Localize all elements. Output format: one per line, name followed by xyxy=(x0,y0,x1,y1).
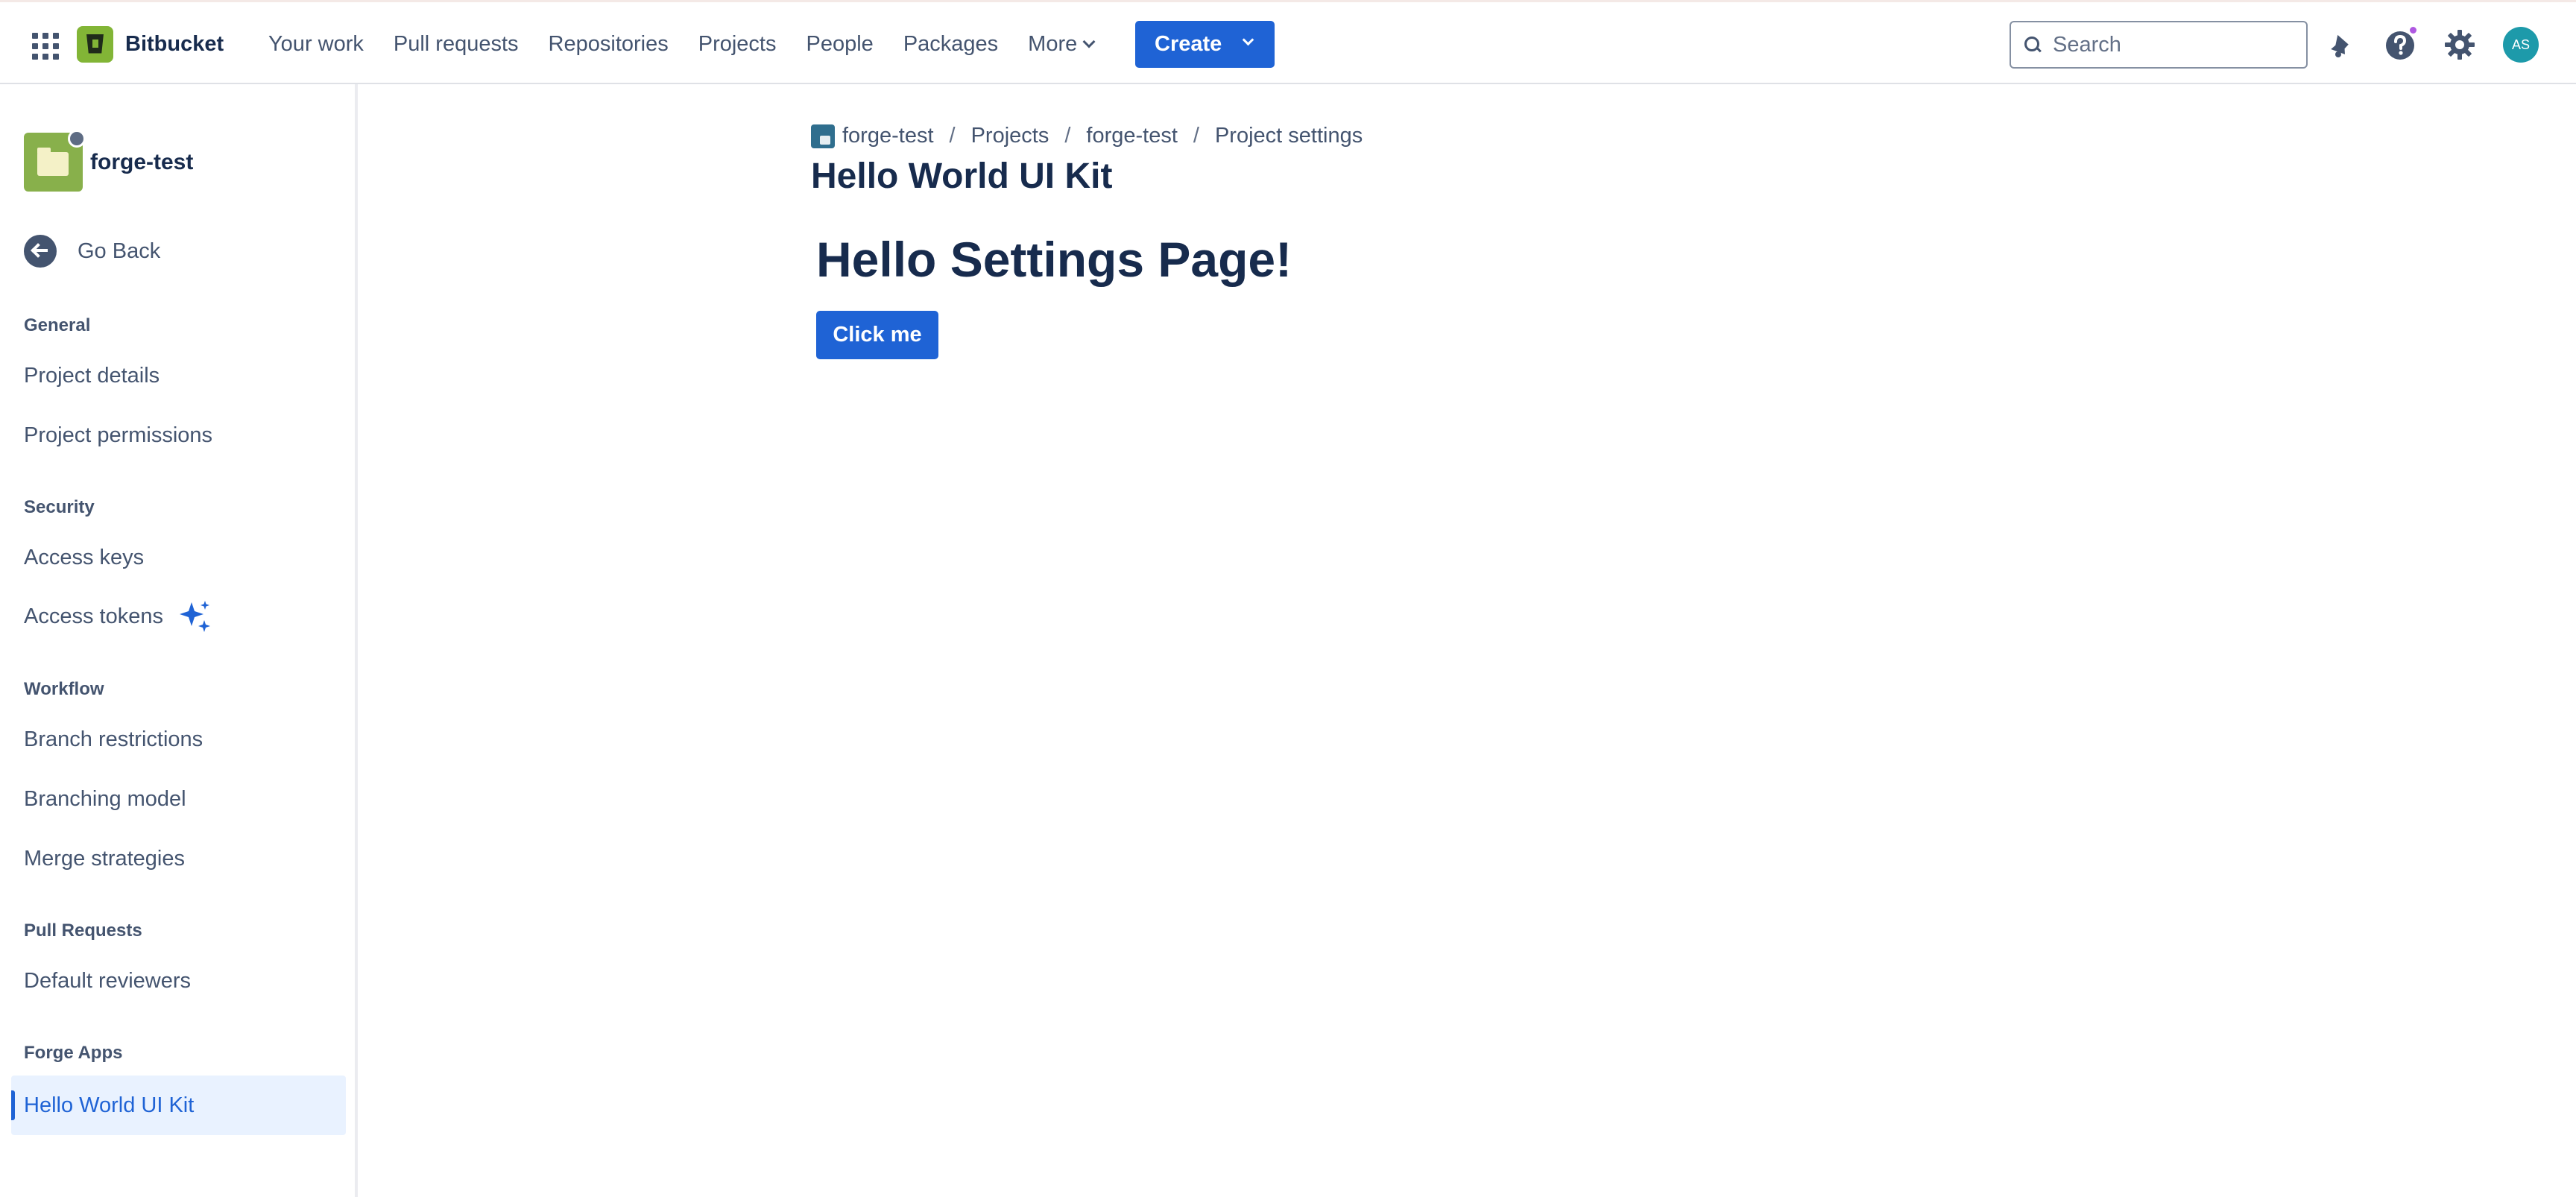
project-breadcrumb-icon xyxy=(811,124,835,148)
nav-projects[interactable]: Projects xyxy=(684,23,792,65)
breadcrumb: forge-test / Projects / forge-test / Pro… xyxy=(811,124,1363,148)
bitbucket-home-link[interactable]: Bitbucket xyxy=(77,25,224,63)
search-input[interactable] xyxy=(2053,32,2291,57)
page-title: Hello World UI Kit xyxy=(811,157,1113,196)
create-button-label: Create xyxy=(1155,32,1222,56)
project-header: forge-test xyxy=(24,130,194,192)
help-icon[interactable] xyxy=(2382,25,2418,63)
sidebar-item-branch-restrictions[interactable]: Branch restrictions xyxy=(24,727,203,752)
breadcrumb-project-settings[interactable]: Project settings xyxy=(1215,124,1363,148)
nav-more-dropdown[interactable]: More xyxy=(1013,23,1108,65)
sidebar-item-access-tokens[interactable]: Access tokens xyxy=(24,599,212,634)
bitbucket-logo-icon xyxy=(77,25,113,63)
sidebar-item-hello-world-label: Hello World UI Kit xyxy=(24,1093,195,1117)
settings-gear-icon[interactable] xyxy=(2442,27,2478,63)
section-workflow: Workflow xyxy=(24,679,104,699)
settings-heading: Hello Settings Page! xyxy=(816,232,1292,287)
chevron-down-icon xyxy=(1242,34,1254,46)
brand-name: Bitbucket xyxy=(125,31,224,56)
project-avatar xyxy=(24,130,86,192)
click-me-button[interactable]: Click me xyxy=(816,311,938,359)
create-button[interactable]: Create xyxy=(1135,21,1275,68)
primary-nav: Your work Pull requests Repositories Pro… xyxy=(253,23,1108,65)
nav-pull-requests[interactable]: Pull requests xyxy=(379,23,534,65)
go-back-label: Go Back xyxy=(78,239,161,263)
sidebar-item-project-details[interactable]: Project details xyxy=(24,364,160,388)
top-navigation: Bitbucket Your work Pull requests Reposi… xyxy=(0,0,2576,84)
breadcrumb-separator: / xyxy=(1193,124,1199,148)
sidebar-item-project-permissions[interactable]: Project permissions xyxy=(24,423,212,448)
breadcrumb-separator: / xyxy=(1064,124,1071,148)
user-avatar[interactable]: AS xyxy=(2503,27,2539,63)
go-back-link[interactable]: Go Back xyxy=(24,235,160,268)
notifications-icon[interactable] xyxy=(2323,27,2358,63)
sparkle-icon xyxy=(178,599,212,634)
sidebar-item-merge-strategies[interactable]: Merge strategies xyxy=(24,847,185,871)
nav-people[interactable]: People xyxy=(792,23,888,65)
section-security: Security xyxy=(24,497,95,517)
app-switcher-icon[interactable] xyxy=(28,29,60,60)
sidebar-item-access-tokens-label: Access tokens xyxy=(24,604,163,628)
folder-icon xyxy=(37,148,69,176)
search-box[interactable] xyxy=(2010,21,2308,69)
section-forge-apps: Forge Apps xyxy=(24,1043,123,1063)
search-icon xyxy=(2024,37,2041,53)
nav-packages[interactable]: Packages xyxy=(888,23,1013,65)
lock-icon xyxy=(68,130,86,148)
project-settings-sidebar: forge-test Go Back General Project detai… xyxy=(0,84,358,1197)
project-name: forge-test xyxy=(90,149,194,174)
sidebar-item-access-keys[interactable]: Access keys xyxy=(24,546,144,570)
nav-your-work[interactable]: Your work xyxy=(253,23,379,65)
section-general: General xyxy=(24,315,91,335)
breadcrumb-project[interactable]: forge-test xyxy=(1086,124,1178,148)
arrow-left-circle-icon xyxy=(24,235,57,268)
section-pull-requests: Pull Requests xyxy=(24,920,142,941)
sidebar-item-default-reviewers[interactable]: Default reviewers xyxy=(24,969,191,994)
nav-repositories[interactable]: Repositories xyxy=(534,23,684,65)
sidebar-item-branching-model[interactable]: Branching model xyxy=(24,787,186,812)
sidebar-item-hello-world-ui-kit[interactable]: Hello World UI Kit xyxy=(11,1076,346,1135)
breadcrumb-workspace[interactable]: forge-test xyxy=(842,124,934,148)
breadcrumb-projects[interactable]: Projects xyxy=(971,124,1049,148)
breadcrumb-separator: / xyxy=(949,124,956,148)
help-notification-dot xyxy=(2408,25,2418,35)
